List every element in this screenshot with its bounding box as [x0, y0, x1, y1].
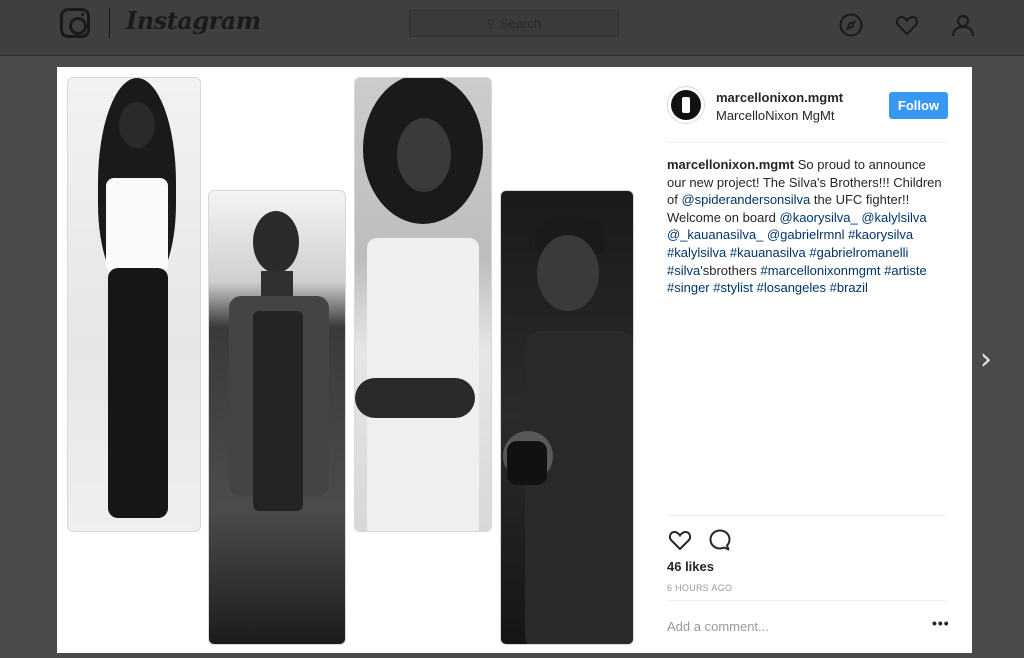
follow-button[interactable]: Follow [889, 92, 948, 119]
hashtag-link[interactable]: #singer [667, 280, 710, 295]
comment-row: ••• [667, 600, 950, 654]
profile-icon[interactable] [950, 12, 976, 38]
comment-input[interactable] [667, 619, 907, 634]
comment-icon[interactable] [707, 527, 733, 553]
hashtag-link[interactable]: #artiste [884, 263, 927, 278]
hashtag-link[interactable]: #kauanasilva [730, 245, 806, 260]
nav-icons [838, 12, 976, 38]
hashtag-link[interactable]: #stylist [713, 280, 753, 295]
next-post-arrow-icon[interactable]: › [980, 345, 1004, 375]
hashtag-link[interactable]: #kaorysilva [848, 227, 913, 242]
action-icons [667, 527, 733, 553]
mention-link[interactable]: @spiderandersonsilva [681, 192, 810, 207]
avatar-logo-icon [671, 90, 701, 120]
mention-link[interactable]: @_kauanasilva_ [667, 227, 763, 242]
post-full-name: MarcelloNixon MgMt [716, 108, 835, 123]
instagram-wordmark[interactable]: Instagram [126, 6, 261, 35]
compass-icon[interactable] [838, 12, 864, 38]
hashtag-link[interactable]: #losangeles [757, 280, 826, 295]
hashtag-link[interactable]: #brazil [830, 280, 868, 295]
avatar[interactable] [667, 86, 705, 124]
mention-link[interactable]: @kaorysilva_ [780, 210, 858, 225]
mention-link[interactable]: @kalylsilva [861, 210, 926, 225]
post-image[interactable] [57, 67, 657, 653]
model-photo-4 [500, 190, 634, 645]
hashtag-link[interactable]: #kalylsilva [667, 245, 726, 260]
post-header: marcellonixon.mgmt MarcelloNixon MgMt Fo… [667, 81, 948, 143]
like-heart-icon[interactable] [667, 527, 693, 553]
hashtag-link[interactable]: #silva [667, 263, 700, 278]
post-modal: marcellonixon.mgmt MarcelloNixon MgMt Fo… [57, 67, 972, 653]
model-photo-1 [67, 77, 201, 532]
caption-username[interactable]: marcellonixon.mgmt [667, 157, 794, 172]
model-photo-3 [354, 77, 492, 532]
likes-count[interactable]: 46 likes [667, 559, 714, 574]
post-actions: 46 likes 6 HOURS AGO ••• [667, 515, 950, 654]
post-username[interactable]: marcellonixon.mgmt [716, 90, 843, 105]
instagram-camera-icon[interactable] [60, 8, 90, 38]
more-options-button[interactable]: ••• [932, 615, 950, 631]
caption-text-3: 'sbrothers [700, 262, 757, 278]
search-icon: ⚲ [486, 18, 495, 30]
heart-icon[interactable] [894, 12, 920, 38]
hashtag-link[interactable]: #marcellonixonmgmt [761, 263, 881, 278]
search-placeholder: Search [499, 16, 542, 31]
post-sidebar: marcellonixon.mgmt MarcelloNixon MgMt Fo… [667, 67, 950, 654]
post-caption: marcellonixon.mgmt So proud to announce … [667, 156, 947, 297]
post-timestamp: 6 HOURS AGO [667, 583, 733, 593]
hashtag-link[interactable]: #gabrielromanelli [809, 245, 908, 260]
top-navigation-bar: Instagram ⚲ Search [0, 0, 1024, 56]
logo-divider [109, 8, 110, 38]
model-photo-2 [208, 190, 346, 645]
mention-link[interactable]: @gabrielrmnl [767, 227, 845, 242]
search-box[interactable]: ⚲ Search [409, 10, 619, 37]
